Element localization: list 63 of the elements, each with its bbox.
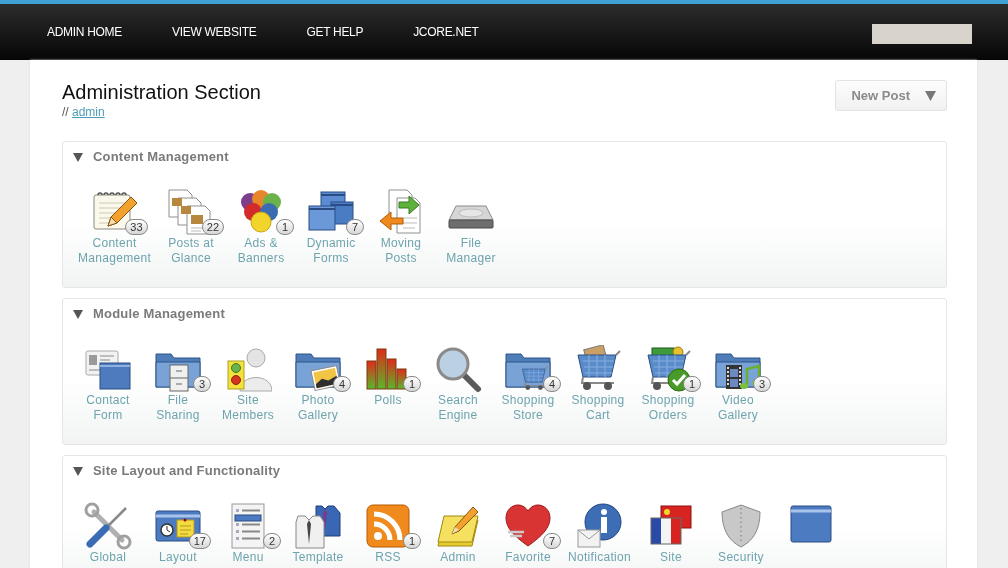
shortcut-link[interactable]: Ads & Banners xyxy=(237,236,285,266)
count-badge: 2 xyxy=(263,533,281,549)
section-title: Site Layout and Functionality xyxy=(93,463,281,479)
nav-link[interactable]: GET HELP xyxy=(306,24,364,40)
count-badge: 7 xyxy=(346,219,365,235)
shortcut-link[interactable]: Shopping Store xyxy=(501,393,555,423)
caret-icon[interactable] xyxy=(73,309,83,319)
shortcut-link[interactable]: File Manager xyxy=(446,236,496,266)
cart-check-icon[interactable] xyxy=(644,345,692,393)
count-badge: 33 xyxy=(125,219,148,235)
shortcut-link[interactable]: Admin xyxy=(440,550,476,565)
shortcut-link[interactable]: File Sharing xyxy=(156,393,200,423)
count-badge: 3 xyxy=(753,376,771,392)
shortcut-link[interactable]: Search Engine xyxy=(438,393,478,423)
shortcut-link[interactable]: Polls xyxy=(374,393,402,408)
shortcut-link[interactable]: Layout xyxy=(159,550,197,565)
nav-link[interactable]: VIEW WEBSITE xyxy=(172,24,257,40)
shortcut-link[interactable]: Moving Posts xyxy=(380,236,422,266)
shortcut-link[interactable]: Contact Form xyxy=(86,393,130,423)
count-badge: 7 xyxy=(543,533,561,549)
count-badge: 3 xyxy=(193,376,211,392)
shortcut-link[interactable]: Photo Gallery xyxy=(297,393,339,423)
shortcut-link[interactable]: Content Management xyxy=(78,236,152,266)
count-badge: 4 xyxy=(333,376,351,392)
count-badge: 4 xyxy=(543,376,561,392)
shortcut-link[interactable]: Template xyxy=(292,550,344,565)
input-field[interactable] xyxy=(872,24,972,44)
shortcut-link[interactable]: Site Members xyxy=(221,393,275,423)
traffic-light-person-icon[interactable] xyxy=(224,345,272,393)
nav-link[interactable]: ADMIN HOME xyxy=(47,24,122,40)
caret-icon xyxy=(925,90,936,101)
shortcut-link[interactable]: Site xyxy=(660,550,682,565)
shopping-cart-icon[interactable] xyxy=(574,345,622,393)
info-envelope-icon[interactable] xyxy=(575,502,624,550)
shortcut-link[interactable]: Posts at Glance xyxy=(168,236,214,266)
page-title: Administration Section xyxy=(62,80,261,104)
count-badge: 1 xyxy=(403,533,421,549)
breadcrumb-separator: // xyxy=(62,105,69,119)
rss-icon[interactable] xyxy=(364,502,412,550)
count-badge: 17 xyxy=(188,533,211,549)
shortcut-link[interactable]: Global xyxy=(89,550,127,565)
shortcut-link[interactable]: Dynamic Forms xyxy=(306,236,356,266)
shortcut-link[interactable]: Shopping Cart xyxy=(571,393,625,423)
shortcut-link[interactable]: Menu xyxy=(232,550,264,565)
search-icon[interactable] xyxy=(434,345,482,393)
new-post-button[interactable]: New Post xyxy=(835,80,947,111)
shortcut-link[interactable]: Notification xyxy=(568,550,631,565)
shirts-icon[interactable] xyxy=(294,502,342,550)
count-badge: 1 xyxy=(276,219,295,235)
caret-icon[interactable] xyxy=(73,152,83,162)
caret-icon[interactable] xyxy=(73,466,83,476)
shortcut-link[interactable]: Favorite xyxy=(505,550,551,565)
shortcut-link[interactable]: Shopping Orders xyxy=(641,393,695,423)
shortcut-link[interactable]: Security xyxy=(718,550,764,565)
shortcut-link[interactable]: Video Gallery xyxy=(717,393,759,423)
count-badge: 1 xyxy=(403,376,421,392)
section-title: Module Management xyxy=(93,306,225,322)
tools-icon[interactable] xyxy=(84,502,132,550)
section-title: Content Management xyxy=(93,149,229,165)
count-badge: 1 xyxy=(683,376,701,392)
shortcut-link[interactable]: RSS xyxy=(375,550,401,565)
breadcrumb-link[interactable]: admin xyxy=(72,105,105,119)
nav-link[interactable]: JCORE.NET xyxy=(413,24,479,40)
